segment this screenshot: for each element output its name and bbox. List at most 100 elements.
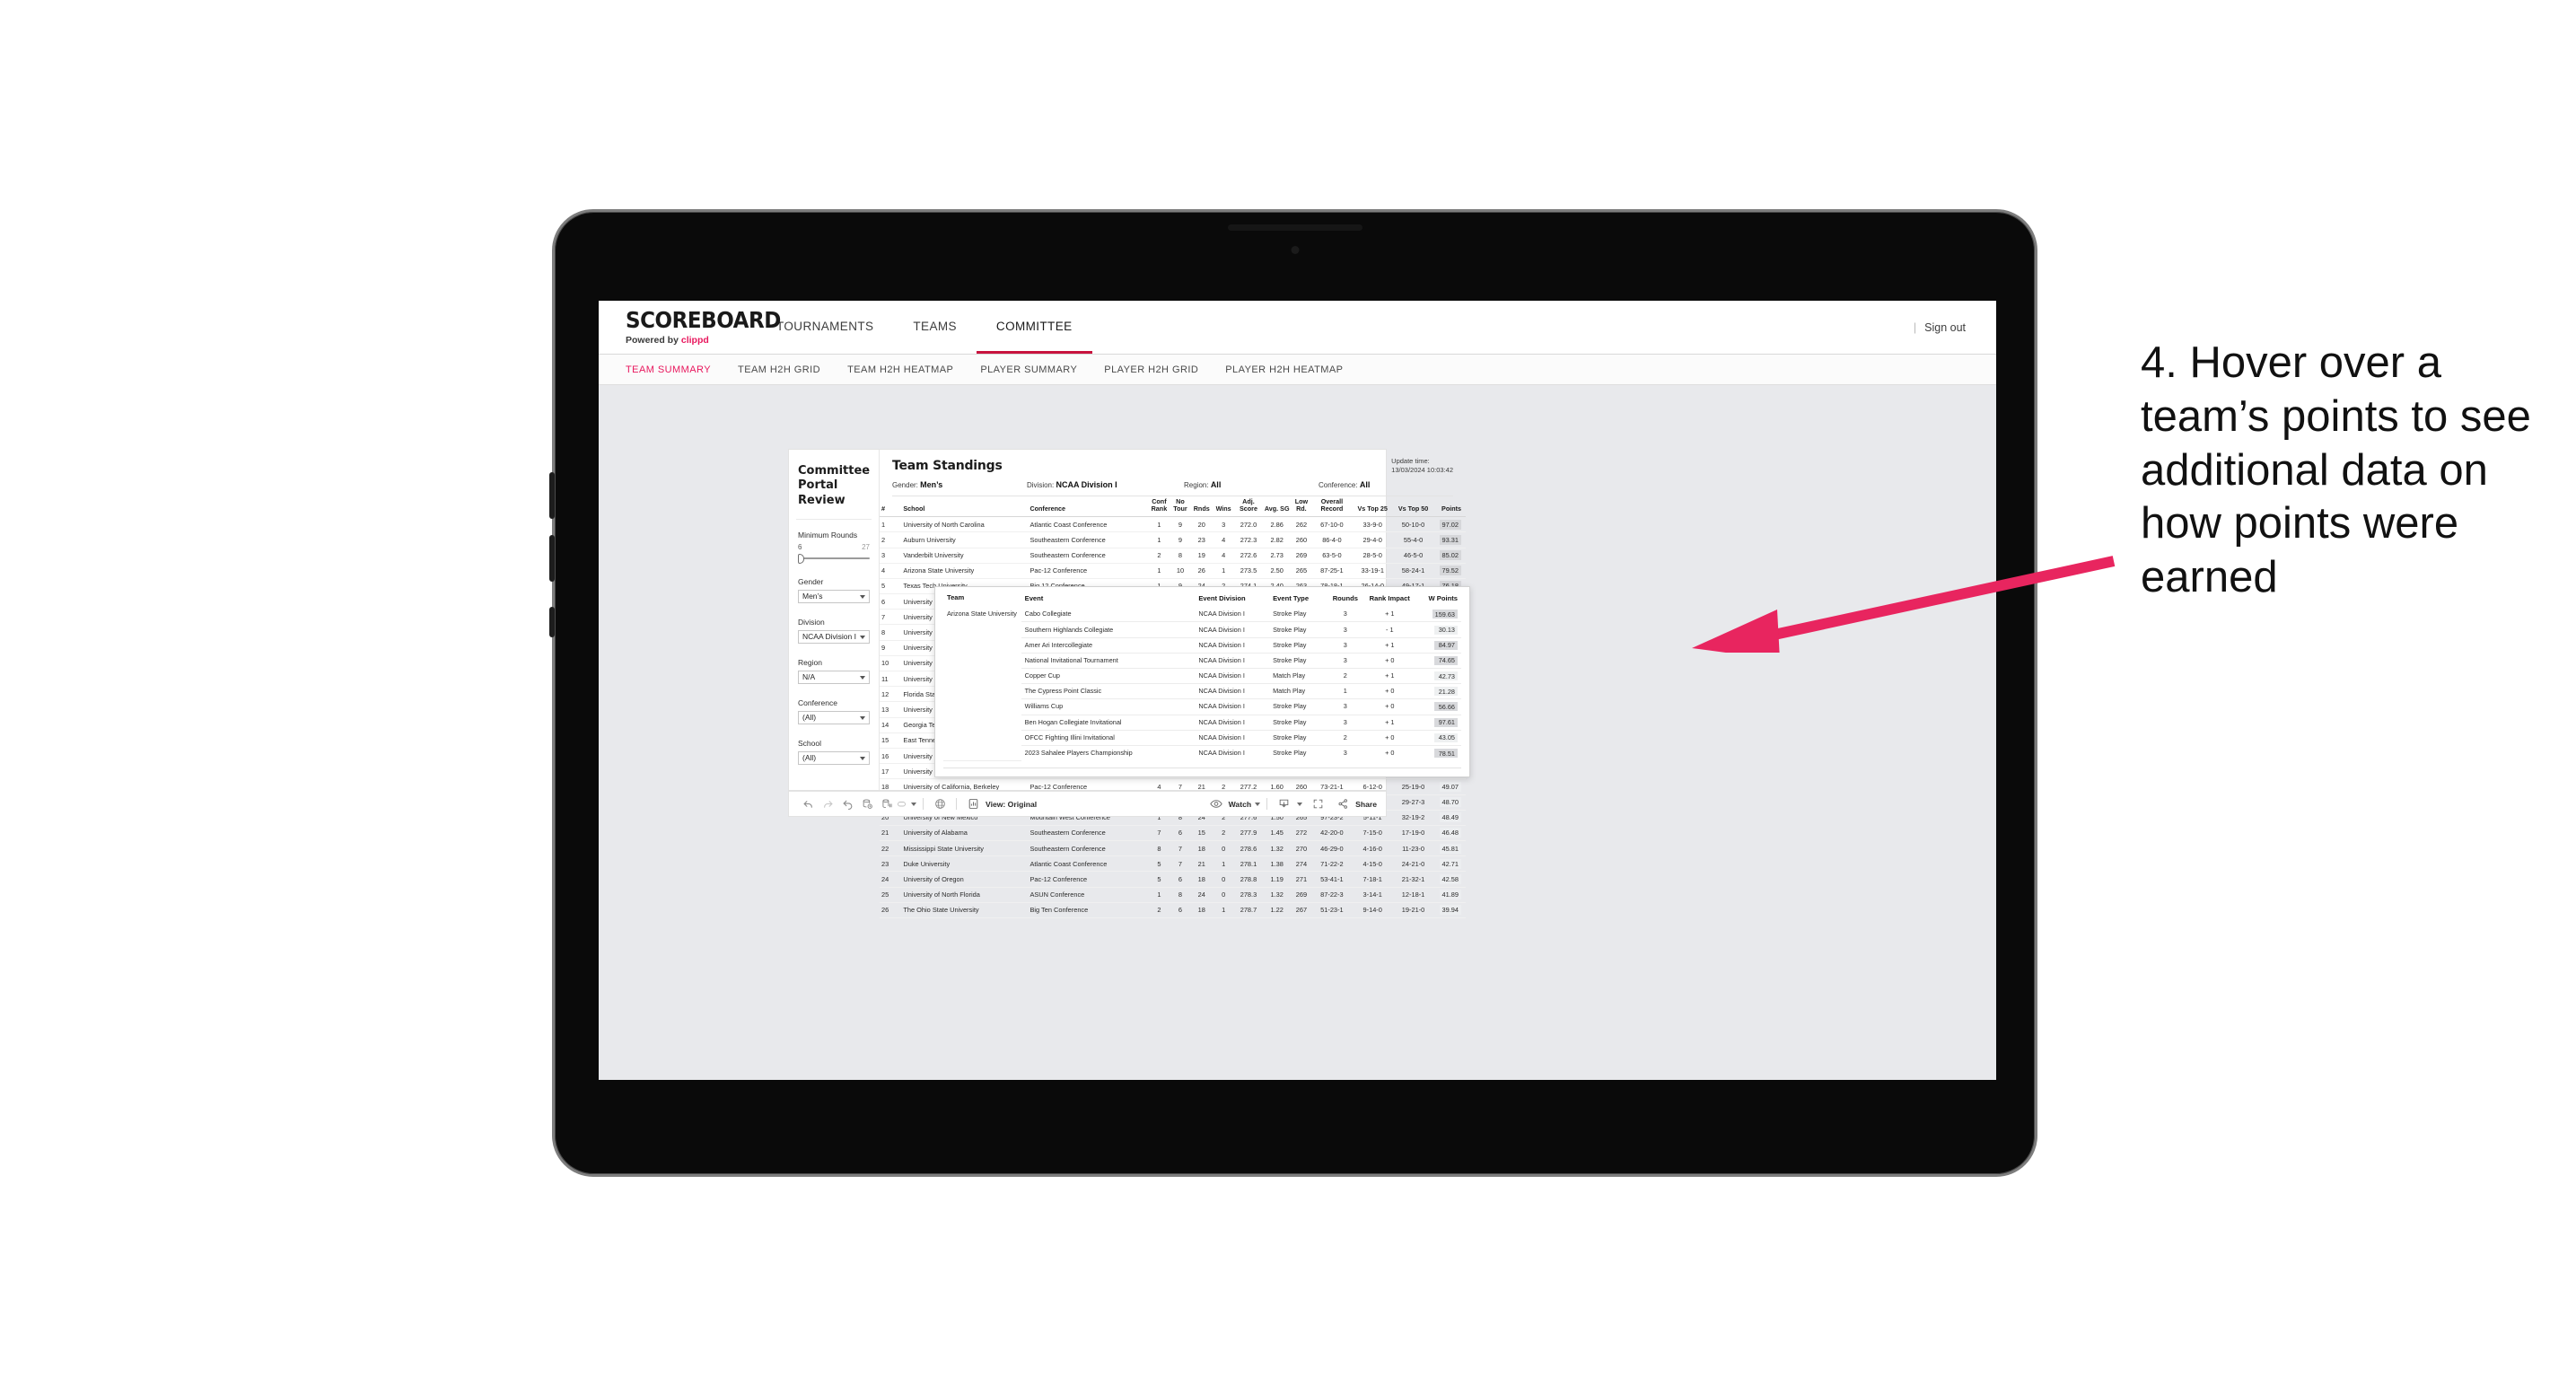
col-vs-top-50[interactable]: Vs Top 50 [1392,496,1434,518]
pause-auto-update-icon[interactable] [877,796,897,812]
cell-points[interactable]: 41.89 [1433,887,1466,903]
annotation-text: 4. Hover over a team’s points to see add… [2141,338,2531,602]
cell-points[interactable]: 42.71 [1433,855,1466,873]
tab-team-summary[interactable]: TEAM SUMMARY [626,364,711,375]
points-value: 45.81 [1439,843,1461,854]
sign-out-button[interactable]: Sign out [1924,321,1966,334]
view-original-icon[interactable] [963,796,983,812]
cell-rec: 87-25-1 [1311,563,1353,579]
globe-icon[interactable] [930,796,950,812]
share-label[interactable]: Share [1355,800,1377,809]
refresh-data-icon[interactable] [857,796,877,812]
table-row[interactable]: 22 Mississippi State University Southeaste… [880,840,1466,857]
download-icon[interactable] [1274,796,1293,812]
tooltip-cell-rounds: 3 [1327,621,1363,638]
revert-icon[interactable] [837,796,857,812]
col-conference[interactable]: Conference [1028,496,1149,518]
cell-rec: 86-4-0 [1311,531,1353,548]
col-low-rd[interactable]: Low Rd. [1291,496,1312,518]
table-row[interactable]: 25 University of North Florida ASUN Confer… [880,887,1466,903]
col-rank[interactable]: # [880,496,898,518]
gender-select[interactable]: Men’s [798,589,870,603]
cell-sg: 1.45 [1262,825,1292,842]
cell-points[interactable]: 42.58 [1433,871,1466,888]
table-row[interactable]: 26 The Ohio State University Big Ten Confe… [880,902,1466,919]
slider-handle[interactable] [798,553,804,564]
region-select[interactable]: N/A [798,670,870,684]
tab-player-h2h-heatmap[interactable]: PLAYER H2H HEATMAP [1225,364,1343,375]
col-school[interactable]: School [898,496,1029,518]
tab-team-h2h-heatmap[interactable]: TEAM H2H HEATMAP [847,364,953,375]
col-wins[interactable]: Wins [1213,496,1235,518]
cell-points[interactable]: 97.02 [1433,516,1466,533]
tablet-speaker-grille [1227,224,1362,231]
brand-logo[interactable]: SCOREBOARD Powered by clippd [599,301,781,354]
col-points[interactable]: Points [1433,496,1466,518]
cell-points[interactable]: 85.02 [1433,548,1466,564]
col-avg-sg[interactable]: Avg. SG [1262,496,1292,518]
table-row[interactable]: 4 Arizona State University Pac-12 Conferen… [880,563,1466,579]
cell-notour: 9 [1170,531,1191,548]
tablet-volume-up-button[interactable] [549,472,555,519]
cell-wins: 4 [1213,531,1235,548]
chevron-down-icon[interactable] [1255,802,1261,806]
table-row[interactable]: 3 Vanderbilt University Southeastern Confe… [880,548,1466,564]
watch-eye-icon[interactable] [1206,796,1226,812]
nav-item-teams[interactable]: TEAMS [893,301,977,354]
cell-school: University of North Florida [898,887,1029,903]
cell-points[interactable]: 49.07 [1433,778,1466,795]
cell-points[interactable]: 93.31 [1433,531,1466,548]
conference-select[interactable]: (All) [798,710,870,724]
nav-item-committee[interactable]: COMMITTEE [976,301,1092,354]
cell-points[interactable]: 79.52 [1433,563,1466,579]
school-select[interactable]: (All) [798,750,870,765]
redo-icon[interactable] [818,796,837,812]
filter-label-minimum-rounds: Minimum Rounds [798,530,858,539]
tooltip-table-body: Arizona State University Cabo Collegiate N… [943,607,1461,761]
fullscreen-icon[interactable] [1308,796,1327,812]
col-rnds[interactable]: Rnds [1190,496,1214,518]
tooltip-points-value: 159.63 [1432,610,1458,619]
col-conf-rank[interactable]: Conf Rank [1148,496,1170,518]
cell-points[interactable]: 48.49 [1433,810,1466,826]
tooltip-cell-event: Copper Cup [1021,668,1196,685]
tab-team-h2h-grid[interactable]: TEAM H2H GRID [738,364,820,375]
tooltip-cell-division: NCAA Division I [1195,715,1270,731]
watch-label[interactable]: Watch [1229,800,1251,809]
tab-player-summary[interactable]: PLAYER SUMMARY [980,364,1077,375]
tablet-power-button[interactable] [549,607,555,637]
cell-rank: 13 [880,701,898,718]
undo-icon[interactable] [798,796,818,812]
cell-conf: Atlantic Coast Conference [1028,855,1149,873]
cell-notour: 6 [1170,825,1191,842]
col-no-tour[interactable]: No Tour [1170,496,1191,518]
cell-points[interactable]: 46.48 [1433,825,1466,842]
table-row[interactable]: 2 Auburn University Southeastern Conferenc… [880,531,1466,548]
tooltip-table-head: Team Event Event Division Event Type Rou… [943,593,1461,607]
cell-conf: Southeastern Conference [1028,840,1149,857]
table-row[interactable]: 1 University of North Carolina Atlantic Co… [880,516,1466,533]
division-select[interactable]: NCAA Division I [798,629,870,644]
cell-points[interactable]: 39.94 [1433,902,1466,919]
share-icon[interactable] [1333,796,1353,812]
table-row[interactable]: 23 Duke University Atlantic Coast Conferen… [880,855,1466,873]
tablet-volume-down-button[interactable] [549,535,555,582]
table-row[interactable]: 24 University of Oregon Pac-12 Conference 5… [880,871,1466,888]
tab-player-h2h-grid[interactable]: PLAYER H2H GRID [1104,364,1198,375]
minimum-rounds-slider[interactable] [798,553,870,564]
col-adj-score[interactable]: Adj. Score [1234,496,1263,518]
cell-school: University of Oregon [898,871,1029,888]
cell-sg: 2.82 [1262,531,1292,548]
pause-refresh-dropdown[interactable] [897,796,916,812]
tooltip-row: Ben Hogan Collegiate Invitational NCAA Di… [943,715,1461,731]
cell-sg: 1.22 [1262,902,1292,919]
col-vs-top-25[interactable]: Vs Top 25 [1352,496,1393,518]
col-overall-record[interactable]: Overall Record [1311,496,1353,518]
cell-points[interactable]: 45.81 [1433,840,1466,857]
table-row[interactable]: 21 University of Alabama Southeastern Conf… [880,825,1466,842]
view-original-label[interactable]: View: Original [986,800,1037,809]
cell-t50: 25-19-0 [1392,778,1434,795]
cell-sg: 2.86 [1262,516,1292,533]
chevron-down-icon[interactable] [1297,802,1303,806]
cell-points[interactable]: 48.70 [1433,794,1466,811]
